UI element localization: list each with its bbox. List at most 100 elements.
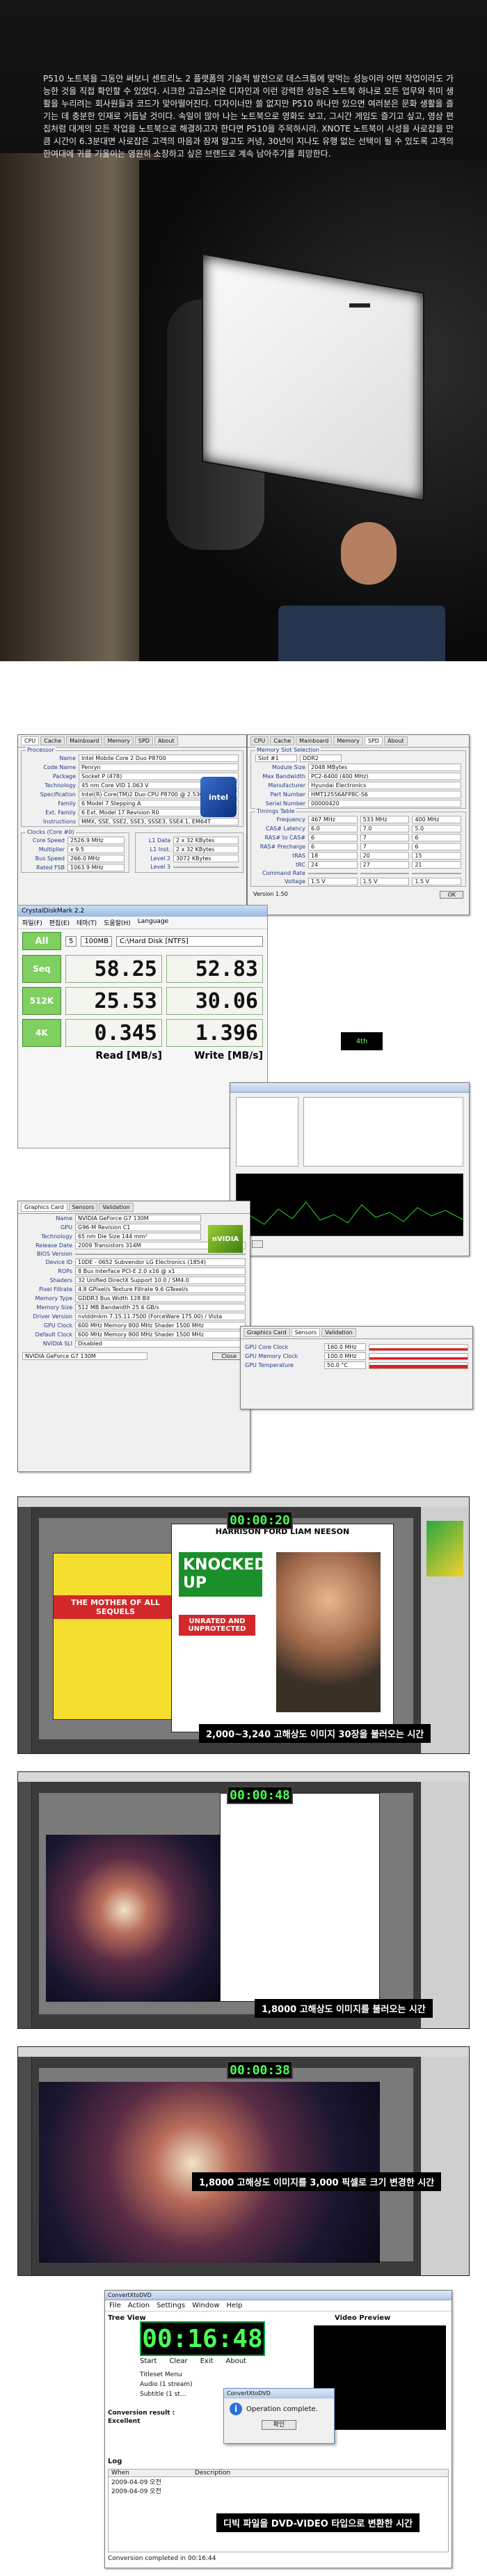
yellow-cover-title: THE MOTHER OF ALL SEQUELS <box>54 1595 177 1619</box>
menu-help[interactable]: Help <box>227 2302 243 2309</box>
details-pane <box>303 1097 463 1167</box>
passes-select[interactable]: 5 <box>65 935 77 947</box>
person-jeans <box>278 606 445 661</box>
dialog-ok-button[interactable]: 확인 <box>261 2420 297 2430</box>
menu-theme[interactable]: 테마(T) <box>77 918 97 927</box>
clear-button[interactable]: Clear <box>169 2357 187 2365</box>
ps-toolbox <box>18 1782 32 2028</box>
tab-cpu[interactable]: CPU <box>21 736 40 745</box>
timer-2: 00:00:48 <box>227 1786 293 1804</box>
slot-row: Slot #1 DDR2 <box>251 754 465 763</box>
tab-cpu[interactable]: CPU <box>250 736 269 745</box>
menu-file[interactable]: 파일(F) <box>22 918 42 927</box>
sensor-graph <box>369 1352 468 1360</box>
dialog-titlebar: ConvertXtoDVD <box>224 2389 334 2399</box>
tree-item[interactable]: Subtitle (1 st... <box>140 2389 193 2399</box>
ps-canvas: THE MOTHER OF ALL SEQUELS HARRISON FORD … <box>39 1518 413 1739</box>
timer-3: 00:00:38 <box>227 2061 293 2079</box>
gpu-row: Default Clock 600 MHz Memory 800 MHz Shad… <box>18 1330 250 1339</box>
gpu-row: Memory Size 512 MB Bandwidth 25.6 GB/s <box>18 1303 250 1312</box>
tab-mainboard[interactable]: Mainboard <box>296 736 333 745</box>
gpuz-sensor-tabs: Graphics Card Sensors Validation <box>241 1327 472 1339</box>
gpu-row: ROPs 8 Bus Interface PCI-E 2.0 x16 @ x1 <box>18 1267 250 1276</box>
tab-mainboard[interactable]: Mainboard <box>66 736 103 745</box>
gpu-row: NVIDIA SLI Disabled <box>18 1339 250 1348</box>
convertxtodvd-window: ConvertXtoDVD File Action Settings Windo… <box>104 2290 452 2568</box>
cdm-menubar: 파일(F) 편집(E) 테마(T) 도움말(H) Language <box>18 917 267 929</box>
about-button[interactable]: About <box>226 2357 247 2365</box>
timings-row: tRC 24 27 21 <box>251 860 465 869</box>
photoshop-screenshot-2: 00:00:48 1,8000 고해상도 이미지를 불러오는 시간 <box>17 1771 470 2029</box>
start-button[interactable]: Start <box>140 2357 157 2365</box>
small-score-badge: 4th <box>341 1032 383 1050</box>
tab-graphics-card[interactable]: Graphics Card <box>21 1203 67 1212</box>
menu-settings[interactable]: Settings <box>157 2302 185 2309</box>
512k-button[interactable]: 512K <box>22 987 61 1015</box>
tab-memory[interactable]: Memory <box>104 736 134 745</box>
cpu-row: Code Name Penryn <box>22 763 243 772</box>
tab-graphics-card[interactable]: Graphics Card <box>244 1328 290 1337</box>
tab-validation[interactable]: Validation <box>99 1203 134 1212</box>
menu-window[interactable]: Window <box>192 2302 219 2309</box>
clocks-group-title: Clocks (Core #0) <box>26 829 76 835</box>
gpu-row: Name NVIDIA GeForce G7 130M <box>18 1214 250 1223</box>
log-table: When Description 2009-04-09 오전 2009-04-0… <box>108 2469 449 2552</box>
tab-validation[interactable]: Validation <box>321 1328 356 1337</box>
512k-write: 30.06 <box>166 987 263 1015</box>
write-header: Write [MB/s] <box>194 1050 264 1061</box>
ps-toolbox <box>18 2057 32 2275</box>
timings-row: Voltage 1.5 V 1.5 V 1.5 V <box>251 877 465 886</box>
menu-help[interactable]: 도움말(H) <box>104 918 131 927</box>
drive-select[interactable]: C:\Hard Disk [NTFS] <box>115 935 263 947</box>
tab-about[interactable]: About <box>154 736 178 745</box>
menu-action[interactable]: Action <box>128 2302 150 2309</box>
4k-button[interactable]: 4K <box>22 1019 61 1047</box>
tree-item[interactable]: Titleset Menu <box>140 2370 193 2380</box>
ps-canvas <box>39 1793 413 2014</box>
seq-button[interactable]: Seq <box>22 955 61 983</box>
gpu-row: Memory Type GDDR3 Bus Width 128 Bit <box>18 1294 250 1303</box>
tab-memory[interactable]: Memory <box>333 736 363 745</box>
timings-row: RAS# Precharge 6 7 6 <box>251 842 465 851</box>
ok-button[interactable]: OK <box>440 891 463 899</box>
nvidia-logo: nVIDIA <box>208 1225 243 1253</box>
gpu-row: GPU Clock 600 MHz Memory 800 MHz Shader 1… <box>18 1321 250 1330</box>
gpuz-footer: NVIDIA GeForce G7 130M Close <box>18 1348 250 1364</box>
tab-about[interactable]: About <box>383 736 408 745</box>
poster-face <box>276 1552 381 1712</box>
tab-spd[interactable]: SPD <box>134 736 153 745</box>
spd-row: Module Size 2048 MBytes <box>251 763 465 772</box>
dialog-footer: 확인 <box>224 2419 334 2430</box>
tab-sensors[interactable]: Sensors <box>68 1203 98 1212</box>
tab-spd[interactable]: SPD <box>364 736 383 745</box>
ps-menubar <box>18 2047 469 2057</box>
caption-1: 2,000~3,240 고해상도 이미지 30장을 불러오는 시간 <box>199 1724 431 1743</box>
conversion-result-value: Excellent <box>108 2418 141 2425</box>
sensor-graph <box>369 1361 468 1369</box>
size-select[interactable]: 100MB <box>81 935 112 947</box>
tm-button[interactable] <box>251 1240 264 1248</box>
spd-row: Serial Number 00000420 <box>251 799 465 808</box>
cpuz-spd-window: CPU Cache Mainboard Memory SPD About Mem… <box>247 734 470 915</box>
intel-core2-logo: intel <box>200 777 237 817</box>
tree-item[interactable]: Audio (1 stream) <box>140 2380 193 2389</box>
exit-button[interactable]: Exit <box>200 2357 214 2365</box>
read-header: Read [MB/s] <box>95 1050 162 1061</box>
menu-language[interactable]: Language <box>138 918 168 927</box>
slot-select[interactable]: Slot #1 <box>255 754 297 762</box>
menu-edit[interactable]: 편집(E) <box>49 918 70 927</box>
completion-dialog: ConvertXtoDVD i Operation complete. 확인 <box>223 2388 335 2444</box>
tab-cache[interactable]: Cache <box>40 736 65 745</box>
cache-row: Level 3 <box>136 863 243 871</box>
gpu-select[interactable]: NVIDIA GeForce G7 130M <box>22 1352 147 1360</box>
tab-cache[interactable]: Cache <box>270 736 295 745</box>
dvd-menubar: File Action Settings Window Help <box>105 2300 452 2312</box>
nebula-image <box>46 1835 220 2002</box>
menu-file[interactable]: File <box>109 2302 121 2309</box>
memory-slot-group: Memory Slot Selection Slot #1 DDR2 Modul… <box>250 747 466 809</box>
person-hand <box>341 522 397 585</box>
tab-sensors[interactable]: Sensors <box>291 1328 321 1337</box>
seq-write: 52.83 <box>166 955 263 983</box>
all-button[interactable]: All <box>22 932 61 950</box>
log-row: 2009-04-09 오전 <box>111 2479 161 2486</box>
